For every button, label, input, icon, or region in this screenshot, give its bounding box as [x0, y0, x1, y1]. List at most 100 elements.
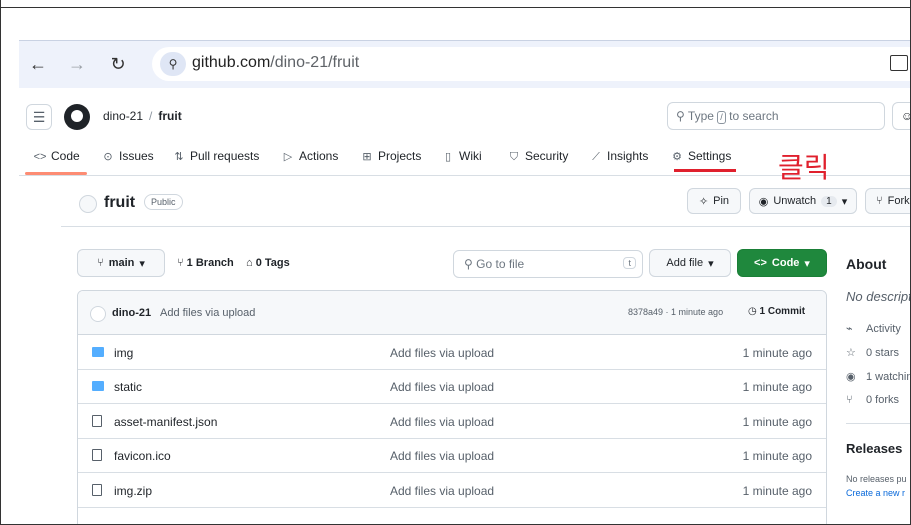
- repo-link[interactable]: fruit: [158, 109, 181, 123]
- repo-title[interactable]: fruit: [104, 194, 135, 212]
- browser-toolbar: ← → ↻ ⚲ github.com/dino-21/fruit: [19, 40, 910, 88]
- pin-icon: ✧: [698, 195, 709, 208]
- forks-link[interactable]: ⑂ 0 forks: [846, 394, 899, 406]
- fork-button[interactable]: ⑂ Fork: [865, 188, 910, 214]
- install-app-icon[interactable]: [890, 55, 908, 71]
- latest-commit-row: dino-21 Add files via upload 8378a49 · 1…: [78, 291, 826, 335]
- create-release-link[interactable]: Create a new r: [846, 488, 905, 498]
- owner-link[interactable]: dino-21: [103, 109, 143, 123]
- releases-heading[interactable]: Releases: [846, 441, 902, 456]
- watch-count: 1: [821, 195, 837, 207]
- eye-icon: ◉: [846, 371, 856, 383]
- tab-security[interactable]: ⛉ Security: [507, 149, 568, 164]
- breadcrumb: dino-21/fruit: [103, 109, 182, 123]
- branches-link[interactable]: ⑂ 1 Branch: [177, 257, 234, 269]
- code-icon: <>: [33, 151, 47, 163]
- file-name[interactable]: img: [114, 346, 133, 360]
- play-icon: ▷: [283, 151, 293, 163]
- tab-wiki[interactable]: ▯ Wiki: [441, 149, 482, 163]
- table-icon: ⊞: [362, 151, 372, 163]
- pull-request-icon: ⇅: [174, 151, 184, 163]
- address-bar[interactable]: ⚲ github.com/dino-21/fruit: [152, 47, 910, 81]
- table-row[interactable]: asset-manifest.json Add files via upload…: [78, 405, 826, 439]
- file-name[interactable]: asset-manifest.json: [114, 415, 217, 429]
- about-heading: About: [846, 256, 887, 272]
- file-commit-message[interactable]: Add files via upload: [390, 449, 494, 463]
- file-time: 1 minute ago: [742, 380, 812, 394]
- file-time: 1 minute ago: [742, 484, 812, 498]
- file-name[interactable]: static: [114, 380, 142, 394]
- file-time: 1 minute ago: [742, 415, 812, 429]
- click-annotation: 클릭: [778, 151, 830, 184]
- forward-arrow-icon[interactable]: →: [66, 53, 88, 75]
- copilot-icon[interactable]: ☺: [892, 102, 910, 130]
- header-divider: [61, 226, 910, 227]
- go-to-file-input[interactable]: ⚲ Go to file t: [453, 250, 643, 278]
- file-name[interactable]: favicon.ico: [114, 449, 171, 463]
- file-commit-message[interactable]: Add files via upload: [390, 484, 494, 498]
- search-icon: ⚲: [464, 257, 473, 271]
- chevron-down-icon: ▾: [139, 257, 145, 270]
- back-arrow-icon[interactable]: ←: [27, 53, 49, 75]
- gear-icon: ⚙: [672, 151, 682, 163]
- file-time: 1 minute ago: [742, 449, 812, 463]
- search-input[interactable]: ⚲ Type / to search: [667, 102, 885, 130]
- history-icon: ◷: [748, 306, 757, 317]
- tab-insights[interactable]: ⟋ Insights: [589, 149, 648, 164]
- search-icon: ⚲: [676, 109, 685, 123]
- chevron-down-icon: ▾: [841, 195, 848, 208]
- github-logo-icon[interactable]: [64, 104, 90, 130]
- table-row[interactable]: static Add files via upload 1 minute ago: [78, 370, 826, 404]
- commits-link[interactable]: ◷ 1 Commit: [748, 306, 805, 317]
- tags-link[interactable]: ⌂ 0 Tags: [246, 257, 290, 269]
- commit-author[interactable]: dino-21: [112, 307, 151, 319]
- commit-message[interactable]: Add files via upload: [160, 307, 255, 319]
- activity-link[interactable]: ⌁ Activity: [846, 322, 901, 335]
- table-row[interactable]: favicon.ico Add files via upload 1 minut…: [78, 439, 826, 473]
- file-commit-message[interactable]: Add files via upload: [390, 415, 494, 429]
- avatar[interactable]: [90, 306, 106, 322]
- file-commit-message[interactable]: Add files via upload: [390, 380, 494, 394]
- tab-code[interactable]: <> Code: [33, 149, 80, 163]
- url-text: github.com/dino-21/fruit: [192, 54, 360, 71]
- commit-meta[interactable]: 8378a49 · 1 minute ago: [628, 307, 723, 317]
- fork-icon: ⑂: [876, 195, 883, 207]
- about-divider: [846, 423, 910, 424]
- branch-select[interactable]: ⑂ main ▾: [77, 249, 165, 277]
- branch-icon: ⑂: [177, 257, 184, 269]
- code-button[interactable]: <> Code ▾: [737, 249, 827, 277]
- file-table: dino-21 Add files via upload 8378a49 · 1…: [77, 290, 827, 524]
- watching-link[interactable]: ◉ 1 watchin: [846, 370, 910, 383]
- file-icon: [92, 415, 102, 427]
- site-settings-icon[interactable]: ⚲: [160, 52, 186, 76]
- menu-icon[interactable]: ☰: [26, 104, 52, 130]
- file-icon: [92, 449, 102, 461]
- tab-settings[interactable]: ⚙ Settings: [670, 149, 731, 163]
- table-row[interactable]: img.zip Add files via upload 1 minute ag…: [78, 474, 826, 508]
- folder-icon: [92, 347, 104, 357]
- graph-icon: ⟋: [592, 151, 600, 163]
- file-commit-message[interactable]: Add files via upload: [390, 346, 494, 360]
- stars-link[interactable]: ☆ 0 stars: [846, 346, 899, 359]
- eye-icon: ◉: [758, 195, 769, 208]
- pin-button[interactable]: ✧ Pin: [687, 188, 741, 214]
- add-file-button[interactable]: Add file ▾: [649, 249, 731, 277]
- about-description: No descripti: [846, 289, 911, 304]
- tab-actions[interactable]: ▷ Actions: [281, 149, 339, 163]
- tab-pull-requests[interactable]: ⇅ Pull requests: [172, 149, 259, 163]
- unwatch-button[interactable]: ◉ Unwatch 1 ▾: [749, 188, 857, 214]
- fork-icon: ⑂: [846, 394, 853, 406]
- book-icon: ▯: [444, 151, 452, 163]
- screenshot-frame: ← → ↻ ⚲ github.com/dino-21/fruit ☰ dino-…: [0, 0, 911, 525]
- branch-icon: ⑂: [97, 257, 104, 269]
- tab-issues[interactable]: ⊙ Issues: [101, 149, 153, 163]
- chevron-down-icon: ▾: [708, 257, 714, 270]
- shield-icon: ⛉: [509, 151, 519, 163]
- folder-icon: [92, 381, 104, 391]
- top-border: [1, 0, 910, 8]
- tab-projects[interactable]: ⊞ Projects: [360, 149, 421, 163]
- file-name[interactable]: img.zip: [114, 484, 152, 498]
- table-row[interactable]: img Add files via upload 1 minute ago: [78, 336, 826, 370]
- reload-icon[interactable]: ↻: [107, 53, 129, 75]
- releases-empty-text: No releases pu: [846, 474, 907, 484]
